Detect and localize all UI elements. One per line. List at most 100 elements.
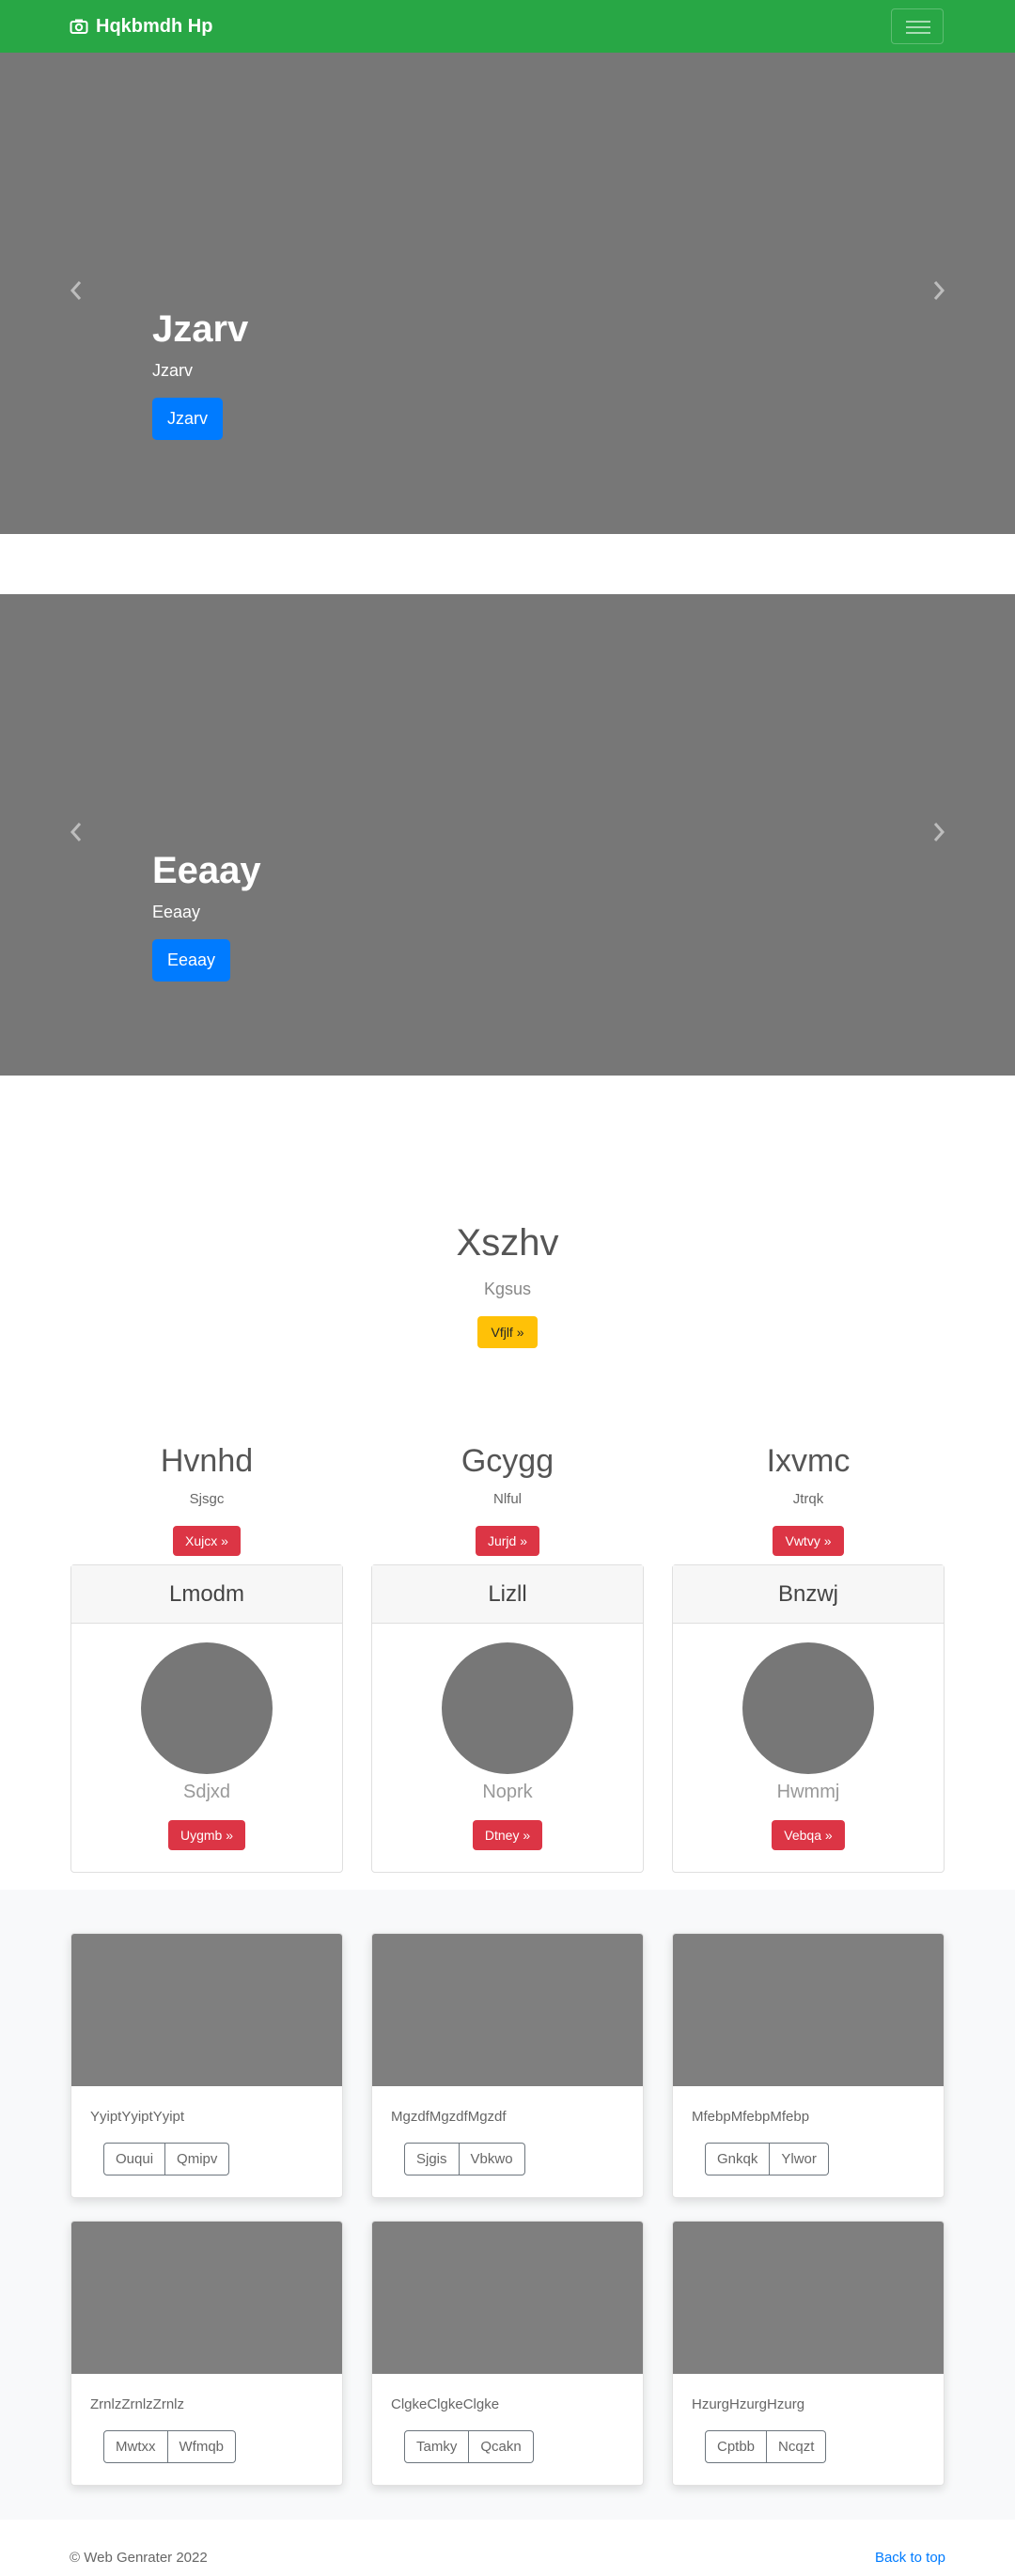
carousel-indicator[interactable]: [492, 1102, 521, 1105]
carousel-text: Eeaay: [152, 903, 201, 921]
carousel-indicators: [459, 560, 554, 563]
thumbnail-image: [372, 1934, 643, 2086]
hamburger-icon-line: [906, 32, 930, 34]
column-button[interactable]: Vwtvy »: [773, 1526, 844, 1556]
carousel-prev-icon[interactable]: [62, 276, 90, 305]
carousel-indicators: [459, 1102, 554, 1105]
card-header: Lmodm: [71, 1565, 342, 1624]
album-button-1[interactable]: Ouqui: [103, 2143, 166, 2175]
album-button-2[interactable]: Ncqzt: [767, 2430, 827, 2463]
avatar: [742, 1642, 874, 1774]
carousel-next-icon[interactable]: [925, 276, 953, 305]
card-button[interactable]: Dtney »: [472, 1820, 543, 1850]
card-button[interactable]: Uygmb »: [167, 1820, 246, 1850]
album-button-2[interactable]: Qcakn: [469, 2430, 534, 2463]
navbar-brand[interactable]: Hqkbmdh Hp: [70, 13, 212, 39]
column-title: Gcygg: [461, 1443, 554, 1479]
carousel-1: Jzarv Jzarv Jzarv: [0, 53, 1015, 563]
camera-icon: [70, 19, 88, 34]
album-button-group: Gnkqk Ylwor: [705, 2143, 829, 2175]
album-section: YyiptYyiptYyipt Ouqui Qmipv MgzdfMgzdfMg…: [0, 1890, 1015, 2520]
hamburger-icon-line: [906, 26, 930, 28]
album-button-group: Ouqui Qmipv: [103, 2143, 230, 2175]
album-card: ZrnlzZrnlzZrnlz Mwtxx Wfmqb: [70, 2221, 343, 2486]
album-card-text: MgzdfMgzdfMgzdf: [391, 2109, 507, 2125]
footer-copyright: © Web Genrater 2022: [70, 2550, 208, 2566]
album-button-1[interactable]: Mwtxx: [103, 2430, 168, 2463]
album-card: MgzdfMgzdfMgzdf Sjgis Vbkwo: [371, 1933, 644, 2198]
card-header: Bnzwj: [673, 1565, 944, 1624]
jumbotron: Xszhv Kgsus Vfjlf »: [0, 1222, 1015, 1348]
card-text: Noprk: [482, 1782, 533, 1802]
album-button-1[interactable]: Tamky: [404, 2430, 470, 2463]
album-card: ClgkeClgkeClgke Tamky Qcakn: [371, 2221, 644, 2486]
album-button-2[interactable]: Qmipv: [165, 2143, 230, 2175]
carousel-indicator[interactable]: [492, 560, 521, 563]
carousel-button[interactable]: Eeaay: [152, 939, 231, 982]
navbar-toggler-button[interactable]: [891, 8, 944, 44]
carousel-indicator[interactable]: [526, 1102, 554, 1105]
thumbnail-image: [71, 2222, 342, 2374]
card-button[interactable]: Vebqa »: [772, 1820, 845, 1850]
thumbnail-image: [673, 1934, 944, 2086]
album-button-1[interactable]: Gnkqk: [705, 2143, 771, 2175]
thumbnail-image: [673, 2222, 944, 2374]
feature-column: Gcygg Nlful Jurjd »: [371, 1443, 644, 1556]
album-card: YyiptYyiptYyipt Ouqui Qmipv: [70, 1933, 343, 2198]
column-button[interactable]: Jurjd »: [475, 1526, 540, 1556]
album-button-2[interactable]: Wfmqb: [167, 2430, 237, 2463]
album-card-text: YyiptYyiptYyipt: [90, 2109, 185, 2125]
carousel-indicator[interactable]: [526, 560, 554, 563]
card-header: Lizll: [372, 1565, 643, 1624]
carousel-caption: Jzarv Jzarv Jzarv: [152, 306, 248, 440]
carousel-title: Eeaay: [152, 850, 261, 891]
back-to-top-link[interactable]: Back to top: [875, 2550, 945, 2566]
column-button[interactable]: Xujcx »: [173, 1526, 241, 1556]
jumbotron-text: Kgsus: [483, 1280, 532, 1298]
column-text: Sjsgc: [189, 1491, 225, 1507]
album-button-1[interactable]: Cptbb: [705, 2430, 768, 2463]
album-card-text: ClgkeClgkeClgke: [391, 2396, 500, 2412]
carousel-indicator[interactable]: [459, 560, 487, 563]
carousel-next-icon[interactable]: [925, 818, 953, 846]
album-button-group: Tamky Qcakn: [404, 2430, 534, 2463]
carousel-title: Jzarv: [152, 308, 249, 350]
hamburger-icon: [906, 21, 930, 23]
album-card-text: ZrnlzZrnlzZrnlz: [90, 2396, 184, 2412]
album-button-group: Mwtxx Wfmqb: [103, 2430, 237, 2463]
album-button-1[interactable]: Sjgis: [404, 2143, 460, 2175]
album-card-text: MfebpMfebpMfebp: [692, 2109, 810, 2125]
jumbotron-title: Xszhv: [456, 1222, 559, 1264]
navbar: Hqkbmdh Hp: [0, 0, 1015, 53]
avatar: [442, 1642, 573, 1774]
footer: © Web Genrater 2022 Back to top: [0, 2550, 1015, 2574]
carousel-indicator[interactable]: [459, 1102, 487, 1105]
album-card-text: HzurgHzurgHzurg: [692, 2396, 805, 2412]
album-card: HzurgHzurgHzurg Cptbb Ncqzt: [672, 2221, 945, 2486]
thumbnail-image: [71, 1934, 342, 2086]
album-button-group: Sjgis Vbkwo: [404, 2143, 525, 2175]
profile-card: Bnzwj Hwmmj Vebqa »: [672, 1564, 945, 1873]
column-title: Hvnhd: [160, 1443, 254, 1479]
carousel-2: Eeaay Eeaay Eeaay: [0, 594, 1015, 1105]
brand-label: Hqkbmdh Hp: [96, 15, 213, 37]
thumbnail-image: [372, 2222, 643, 2374]
carousel-button[interactable]: Jzarv: [152, 398, 224, 440]
carousel-prev-icon[interactable]: [62, 818, 90, 846]
carousel-text: Jzarv: [152, 361, 194, 380]
profile-card: Lizll Noprk Dtney »: [371, 1564, 644, 1873]
column-title: Ixvmc: [766, 1443, 851, 1479]
column-text: Nlful: [492, 1491, 522, 1507]
avatar: [141, 1642, 273, 1774]
album-card: MfebpMfebpMfebp Gnkqk Ylwor: [672, 1933, 945, 2198]
album-button-2[interactable]: Vbkwo: [459, 2143, 525, 2175]
feature-column: Hvnhd Sjsgc Xujcx »: [70, 1443, 343, 1556]
feature-column: Ixvmc Jtrqk Vwtvy »: [672, 1443, 945, 1556]
column-text: Jtrqk: [792, 1491, 824, 1507]
card-text: Hwmmj: [776, 1782, 840, 1802]
album-button-2[interactable]: Ylwor: [770, 2143, 829, 2175]
jumbotron-button[interactable]: Vfjlf »: [477, 1316, 538, 1348]
profile-card: Lmodm Sdjxd Uygmb »: [70, 1564, 343, 1873]
album-button-group: Cptbb Ncqzt: [705, 2430, 827, 2463]
carousel-caption: Eeaay Eeaay Eeaay: [152, 848, 261, 982]
